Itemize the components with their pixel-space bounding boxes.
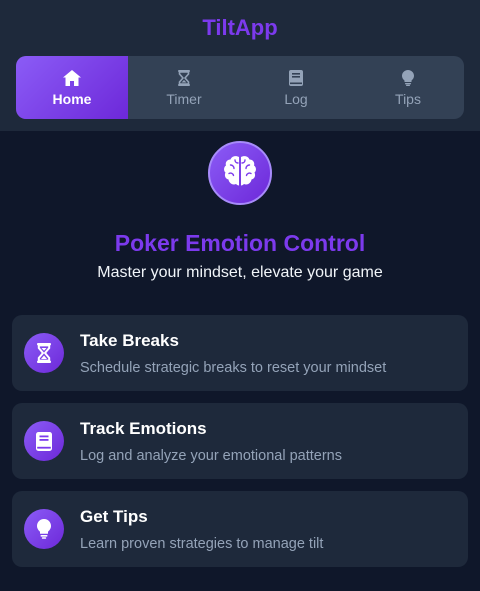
feature-description: Learn proven strategies to manage tilt <box>80 535 324 552</box>
feature-card-get-tips[interactable]: Get Tips Learn proven strategies to mana… <box>12 491 468 567</box>
tab-log[interactable]: Log <box>240 56 352 119</box>
hourglass-icon <box>24 333 64 373</box>
feature-description: Log and analyze your emotional patterns <box>80 447 342 464</box>
feature-description: Schedule strategic breaks to reset your … <box>80 359 387 376</box>
feature-card-track-emotions[interactable]: Track Emotions Log and analyze your emot… <box>12 403 468 479</box>
header: TiltApp Home Timer Log Tips <box>0 0 480 131</box>
feature-title: Get Tips <box>80 506 148 526</box>
home-icon <box>63 69 81 87</box>
brain-badge <box>208 141 272 205</box>
tab-timer[interactable]: Timer <box>128 56 240 119</box>
book-icon <box>24 421 64 461</box>
hourglass-icon <box>178 69 190 87</box>
feature-title: Take Breaks <box>80 330 179 350</box>
brain-icon <box>223 155 257 192</box>
app-title: TiltApp <box>202 15 278 40</box>
hero-subtitle: Master your mindset, elevate your game <box>97 264 383 281</box>
feature-list: Take Breaks Schedule strategic breaks to… <box>0 315 480 567</box>
feature-card-take-breaks[interactable]: Take Breaks Schedule strategic breaks to… <box>12 315 468 391</box>
tab-home-label: Home <box>52 90 92 107</box>
tab-tips-label: Tips <box>395 90 421 107</box>
tab-log-label: Log <box>284 90 308 107</box>
tab-home[interactable]: Home <box>16 56 128 119</box>
app-root: TiltApp Home Timer Log Tips Poker Emotio… <box>0 0 480 591</box>
lightbulb-icon <box>402 69 414 87</box>
hero-section: Poker Emotion Control Master your mindse… <box>0 141 480 285</box>
lightbulb-icon <box>24 509 64 549</box>
feature-title: Track Emotions <box>80 418 207 438</box>
book-icon <box>289 69 303 87</box>
tab-timer-label: Timer <box>166 90 202 107</box>
tab-tips[interactable]: Tips <box>352 56 464 119</box>
hero-title: Poker Emotion Control <box>114 230 366 256</box>
nav-bar: Home Timer Log Tips <box>16 56 464 119</box>
